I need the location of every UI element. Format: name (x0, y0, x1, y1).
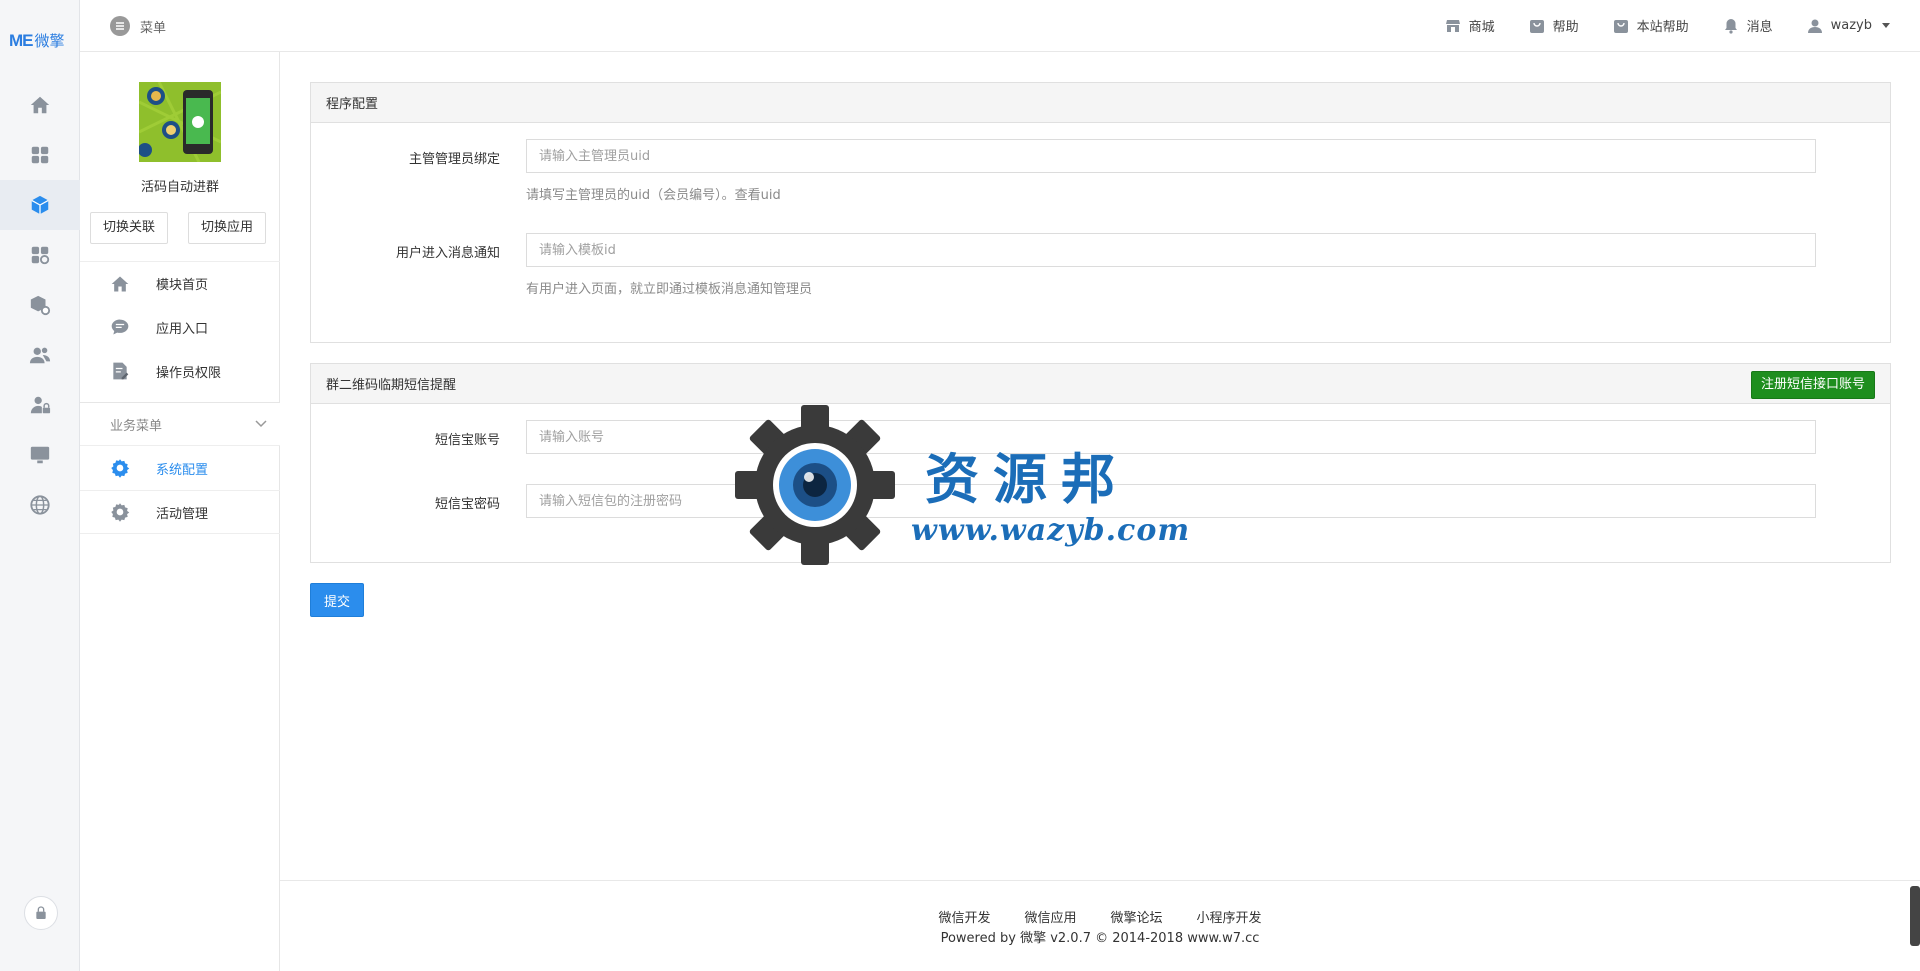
panel-title: 程序配置 (311, 83, 1890, 123)
app-root: ME 微擎 菜单 商城 帮助 本站帮助 消息 wazyb 活码自动进群 切换关联… (0, 0, 1920, 971)
rail-cube-icon[interactable] (0, 180, 80, 230)
nav-user-label: wazyb (1830, 18, 1872, 33)
footer-link-forum[interactable]: 微擎论坛 (1111, 907, 1163, 926)
store-icon (1445, 19, 1460, 32)
panel-header: 群二维码临期短信提醒 注册短信接口账号 (311, 364, 1890, 404)
sidebar-item-activity-management[interactable]: 活动管理 (80, 490, 280, 534)
chat-icon (110, 317, 130, 337)
template-id-label: 用户进入消息通知 (395, 246, 500, 261)
menu-list-icon (110, 16, 130, 36)
sidebar-item-app-entry[interactable]: 应用入口 (80, 305, 280, 349)
gear-icon (110, 458, 130, 478)
rail-apps-grid-icon[interactable] (0, 130, 80, 180)
home-icon (30, 96, 50, 114)
home-icon (110, 274, 130, 294)
business-menu-group[interactable]: 业务菜单 (80, 402, 280, 446)
nav-messages-label: 消息 (1746, 20, 1773, 35)
group-label: 业务菜单 (110, 418, 163, 434)
bag-icon (1529, 19, 1544, 33)
cube-icon (31, 195, 49, 215)
app-name: 活码自动进群 (140, 180, 219, 195)
apps-grid-icon (31, 146, 49, 164)
bell-icon (1724, 18, 1737, 34)
nav-site-help-label: 本站帮助 (1636, 20, 1689, 35)
app-thumbnail (139, 82, 221, 162)
menu-label: 菜单 (140, 20, 167, 36)
top-nav: 商城 帮助 本站帮助 消息 wazyb (1411, 16, 1890, 35)
nav-messages[interactable]: 消息 (1723, 16, 1773, 35)
sms-account-label: 短信宝账号 (434, 433, 500, 448)
module-sidebar: 活码自动进群 切换关联 切换应用 模块首页 应用入口 操作员权限 业务菜单 系统… (80, 52, 280, 971)
sms-password-input[interactable] (526, 484, 1816, 518)
chevron-down-icon (255, 420, 267, 428)
template-id-input[interactable] (526, 233, 1816, 267)
nav-store-label: 商城 (1468, 20, 1495, 35)
menu-toggle[interactable]: 菜单 (110, 16, 166, 36)
sidebar-item-module-home[interactable]: 模块首页 (80, 261, 280, 305)
footer-link-miniprogram[interactable]: 小程序开发 (1197, 907, 1262, 926)
footer: 微信开发 微信应用 微擎论坛 小程序开发 Powered by 微擎 v2.0.… (280, 880, 1920, 971)
main-content: 程序配置 主管管理员绑定 请填写主管理员的uid（会员编号）。查看uid 用户进… (280, 52, 1920, 971)
rail-box-settings-icon[interactable] (0, 280, 80, 330)
user-icon (1807, 19, 1822, 33)
rail-globe-icon[interactable] (0, 480, 80, 530)
nav-store[interactable]: 商城 (1445, 16, 1495, 35)
rail-modules-icon[interactable] (0, 230, 80, 280)
caret-down-icon (1882, 23, 1890, 28)
template-id-help: 有用户进入页面，就立即通过模板消息通知管理员 (526, 282, 813, 297)
sidebar-item-system-config[interactable]: 系统配置 (80, 446, 280, 490)
logo[interactable]: ME 微擎 (9, 30, 65, 51)
nav-user[interactable]: wazyb (1807, 18, 1890, 34)
modules-icon (31, 246, 50, 265)
user-lock-icon (30, 396, 51, 414)
sms-password-label: 短信宝密码 (434, 497, 500, 512)
sidebar-item-label: 模块首页 (156, 278, 209, 293)
sidebar-item-label: 活动管理 (156, 506, 209, 522)
rail-user-lock-icon[interactable] (0, 380, 80, 430)
switch-app-button[interactable]: 切换应用 (188, 212, 267, 244)
nav-site-help[interactable]: 本站帮助 (1613, 16, 1689, 35)
sms-account-input[interactable] (526, 420, 1816, 454)
rail-home-icon[interactable] (0, 80, 80, 130)
switch-link-button[interactable]: 切换关联 (90, 212, 169, 244)
footer-links: 微信开发 微信应用 微擎论坛 小程序开发 (280, 907, 1920, 926)
footer-link-wechat-apps[interactable]: 微信应用 (1024, 907, 1076, 926)
app-thumbnail-image (139, 82, 221, 162)
panel-title: 群二维码临期短信提醒 (326, 378, 457, 393)
top-bar: 菜单 商城 帮助 本站帮助 消息 wazyb (80, 0, 1920, 52)
submit-button[interactable]: 提交 (310, 583, 364, 617)
gear-icon (110, 502, 130, 522)
lock-button[interactable] (24, 896, 58, 930)
lock-icon (36, 906, 46, 919)
program-config-panel: 程序配置 主管管理员绑定 请填写主管理员的uid（会员编号）。查看uid 用户进… (310, 82, 1891, 343)
copyright: Powered by 微擎 v2.0.7 © 2014-2018 www.w7.… (940, 931, 1260, 946)
sidebar-item-operator-permissions[interactable]: 操作员权限 (80, 349, 280, 393)
users-icon (29, 347, 51, 364)
admin-uid-help: 请填写主管理员的uid（会员编号）。查看uid (526, 188, 781, 203)
icon-rail: ME 微擎 (0, 0, 80, 971)
register-sms-account-button[interactable]: 注册短信接口账号 (1750, 371, 1875, 399)
doc-edit-icon (110, 361, 130, 381)
bag-icon (1613, 19, 1628, 33)
footer-link-wechat-dev[interactable]: 微信开发 (938, 907, 990, 926)
sidebar-item-label: 系统配置 (156, 462, 209, 478)
rail-monitor-icon[interactable] (0, 430, 80, 480)
monitor-icon (30, 446, 50, 464)
rail-users-icon[interactable] (0, 330, 80, 380)
sidebar-item-label: 应用入口 (156, 321, 209, 337)
admin-uid-input[interactable] (526, 139, 1816, 173)
sms-reminder-panel: 群二维码临期短信提醒 注册短信接口账号 短信宝账号 短信宝密码 (310, 363, 1891, 563)
nav-help-label: 帮助 (1552, 20, 1579, 35)
nav-help[interactable]: 帮助 (1529, 16, 1579, 35)
sidebar-item-label: 操作员权限 (156, 365, 222, 381)
logo-cn: 微擎 (34, 33, 65, 50)
globe-icon (30, 495, 50, 515)
box-settings-icon (30, 295, 51, 316)
logo-text: ME (9, 31, 33, 50)
admin-uid-label: 主管管理员绑定 (408, 152, 500, 167)
side-scroll-widget[interactable] (1910, 886, 1920, 946)
